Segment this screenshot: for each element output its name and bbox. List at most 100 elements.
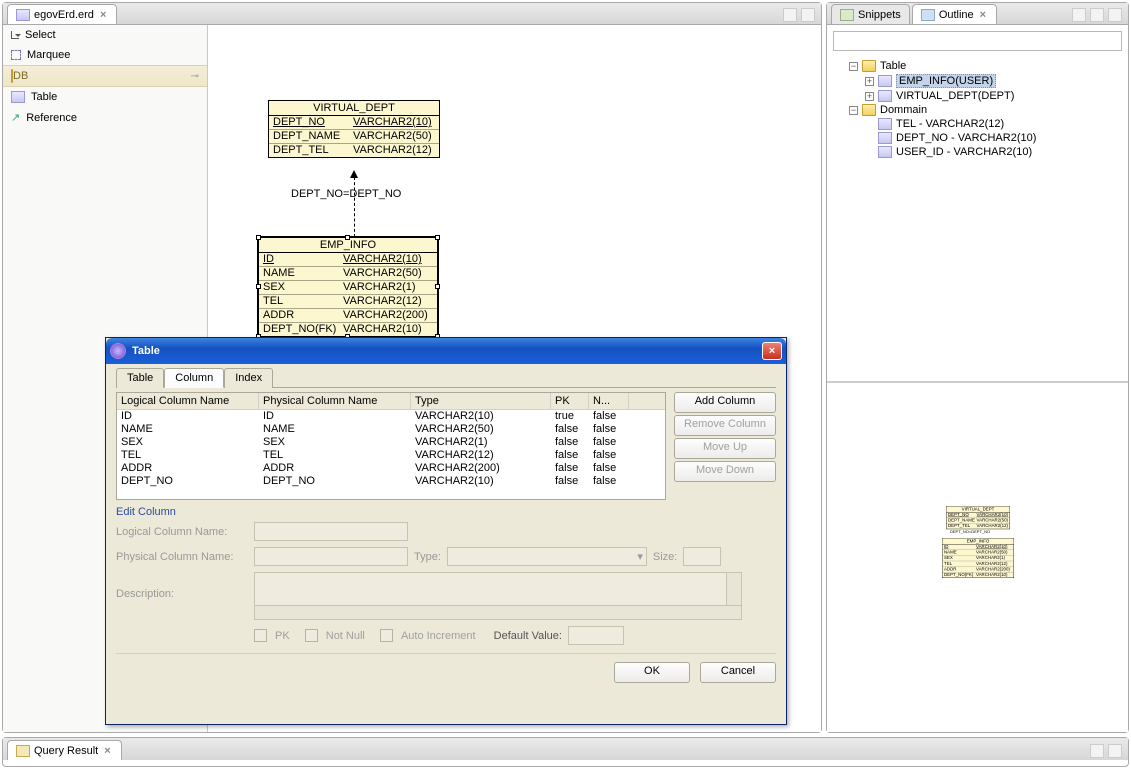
grid-row[interactable]: SEXSEXVARCHAR2(1)falsefalse [117,436,665,449]
add-column-button[interactable]: Add Column [674,392,776,413]
view-menu-icon[interactable] [1072,8,1086,22]
description-label: Description: [116,572,248,600]
pk-checkbox[interactable] [254,629,267,642]
palette-table[interactable]: Table [3,87,207,107]
editor-tab-egoverd[interactable]: egovErd.erd × [7,4,117,24]
header-physical[interactable]: Physical Column Name [259,393,411,409]
dialog-tab-column[interactable]: Column [164,368,224,388]
scrollbar-horizontal[interactable] [255,605,741,619]
tree-domain-tel[interactable]: TEL - VARCHAR2(12) [865,117,1122,131]
column-row[interactable]: DEPT_NAMEVARCHAR2(50) [946,517,1009,523]
palette-select[interactable]: Select [3,25,207,45]
column-row[interactable]: IDVARCHAR2(10) [942,544,1013,549]
dialog-tab-table[interactable]: Table [116,368,164,388]
close-icon[interactable]: × [978,9,988,21]
autoincrement-label: Auto Increment [401,630,476,642]
entity-title: VIRTUAL_DEPT [269,101,439,116]
default-value-input[interactable] [568,626,624,645]
grid-row[interactable]: DEPT_NODEPT_NOVARCHAR2(10)falsefalse [117,475,665,488]
grid-header: Logical Column Name Physical Column Name… [117,393,665,410]
tree-domain-userid[interactable]: USER_ID - VARCHAR2(10) [865,145,1122,159]
maximize-icon[interactable] [801,8,815,22]
tree-virtual-dept[interactable]: +VIRTUAL_DEPT(DEPT) [865,89,1122,103]
collapse-icon[interactable]: − [849,106,858,115]
maximize-icon[interactable] [1108,8,1122,22]
column-row[interactable]: DEPT_NOVARCHAR2(10) [269,116,439,129]
outline-minimap[interactable]: VIRTUAL_DEPT DEPT_NOVARCHAR2(10)DEPT_NAM… [827,382,1128,732]
column-row[interactable]: TELVARCHAR2(12) [259,294,437,308]
size-input[interactable] [683,547,721,566]
ok-button[interactable]: OK [614,662,690,683]
move-up-button[interactable]: Move Up [674,438,776,459]
logical-name-input[interactable] [254,522,408,541]
minimize-icon[interactable] [1090,8,1104,22]
column-row[interactable]: SEXVARCHAR2(1) [942,555,1013,561]
move-down-button[interactable]: Move Down [674,461,776,482]
description-textarea[interactable] [254,572,742,620]
notnull-checkbox[interactable] [305,629,318,642]
column-row[interactable]: DEPT_NOVARCHAR2(10) [946,512,1009,517]
columns-grid[interactable]: Logical Column Name Physical Column Name… [116,392,666,500]
tab-query-result[interactable]: Query Result× [7,740,122,760]
dialog-titlebar[interactable]: Table × [106,338,786,364]
column-row[interactable]: DEPT_TELVARCHAR2(12) [946,523,1009,529]
column-row[interactable]: DEPT_NO(FK)VARCHAR2(10) [942,572,1013,578]
dialog-title: Table [132,345,762,357]
tab-outline[interactable]: Outline× [912,4,997,24]
column-row[interactable]: NAMEVARCHAR2(50) [942,549,1013,555]
erd-file-icon [16,9,30,21]
header-logical[interactable]: Logical Column Name [117,393,259,409]
tree-emp-info[interactable]: +EMP_INFO(USER) [865,73,1122,89]
grid-row[interactable]: IDIDVARCHAR2(10)truefalse [117,410,665,423]
outline-tabbar: Snippets Outline× [827,3,1128,25]
close-icon[interactable]: × [98,9,108,21]
tree-dommain-node[interactable]: −Dommain [849,103,1122,117]
header-pk[interactable]: PK [551,393,589,409]
header-type[interactable]: Type [411,393,551,409]
column-row[interactable]: NAMEVARCHAR2(50) [259,266,437,280]
column-row[interactable]: IDVARCHAR2(10) [259,253,437,266]
grid-row[interactable]: TELTELVARCHAR2(12)falsefalse [117,449,665,462]
palette-reference[interactable]: ↗Reference [3,107,207,128]
table-icon [878,75,892,87]
close-icon[interactable]: × [102,745,112,757]
column-row[interactable]: DEPT_NAMEVARCHAR2(50) [269,129,439,143]
remove-column-button[interactable]: Remove Column [674,415,776,436]
cancel-button[interactable]: Cancel [700,662,776,683]
header-nn[interactable]: N... [589,393,629,409]
column-row[interactable]: ADDRVARCHAR2(200) [942,566,1013,572]
autoincrement-checkbox[interactable] [380,629,393,642]
palette-db-header[interactable]: DB⊸ [3,65,207,87]
column-row[interactable]: ADDRVARCHAR2(200) [259,308,437,322]
column-row[interactable]: DEPT_TELVARCHAR2(12) [269,143,439,157]
tab-snippets[interactable]: Snippets [831,4,910,24]
entity-emp-info[interactable]: EMP_INFO IDVARCHAR2(10)NAMEVARCHAR2(50)S… [258,237,438,337]
physical-name-input[interactable] [254,547,408,566]
minimize-icon[interactable] [1090,744,1104,758]
pk-label: PK [275,630,290,642]
type-select[interactable]: ▾ [447,547,647,566]
expand-icon[interactable]: + [865,77,874,86]
dialog-tabs: Table Column Index [116,368,776,388]
outline-filter-input[interactable] [833,31,1122,51]
outline-tree[interactable]: −Table +EMP_INFO(USER) +VIRTUAL_DEPT(DEP… [827,51,1128,382]
collapse-icon[interactable]: − [849,62,858,71]
grid-row[interactable]: NAMENAMEVARCHAR2(50)falsefalse [117,423,665,436]
entity-virtual-dept[interactable]: VIRTUAL_DEPT DEPT_NOVARCHAR2(10)DEPT_NAM… [268,100,440,158]
palette-marquee[interactable]: Marquee [3,45,207,65]
column-row[interactable]: SEXVARCHAR2(1) [259,280,437,294]
tree-table-node[interactable]: −Table [849,59,1122,73]
close-button[interactable]: × [762,342,782,360]
relation-line[interactable] [354,177,355,237]
column-row[interactable]: TELVARCHAR2(12) [942,560,1013,566]
size-label: Size: [653,551,677,563]
dialog-tab-index[interactable]: Index [224,368,273,388]
minimize-icon[interactable] [783,8,797,22]
maximize-icon[interactable] [1108,744,1122,758]
pin-icon[interactable]: ⊸ [191,71,199,82]
expand-icon[interactable]: + [865,92,874,101]
tree-domain-deptno[interactable]: DEPT_NO - VARCHAR2(10) [865,131,1122,145]
grid-row[interactable]: ADDRADDRVARCHAR2(200)falsefalse [117,462,665,475]
type-label: Type: [414,551,441,563]
scrollbar-vertical[interactable] [726,573,741,605]
